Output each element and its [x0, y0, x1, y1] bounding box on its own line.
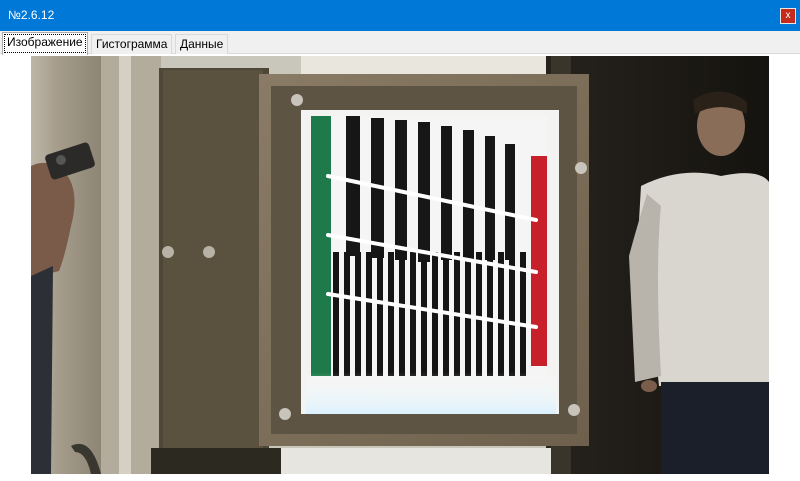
tab-histogram[interactable]: Гистограмма: [91, 34, 173, 54]
tab-data[interactable]: Данные: [175, 34, 229, 54]
title-bar[interactable]: №2.6.12 x: [0, 0, 800, 31]
image-view: [31, 56, 769, 474]
red-stripe: [531, 156, 547, 366]
close-button[interactable]: x: [780, 8, 796, 24]
bar-target: [311, 116, 547, 378]
window-title: №2.6.12: [8, 8, 55, 22]
camera-photo: [31, 56, 769, 474]
tab-image[interactable]: Изображение: [2, 32, 88, 55]
green-stripe: [311, 116, 331, 376]
tab-strip: Изображение Гистограмма Данные: [0, 31, 800, 55]
app-window: №2.6.12 x Изображение Гистограмма Данные: [0, 0, 800, 481]
